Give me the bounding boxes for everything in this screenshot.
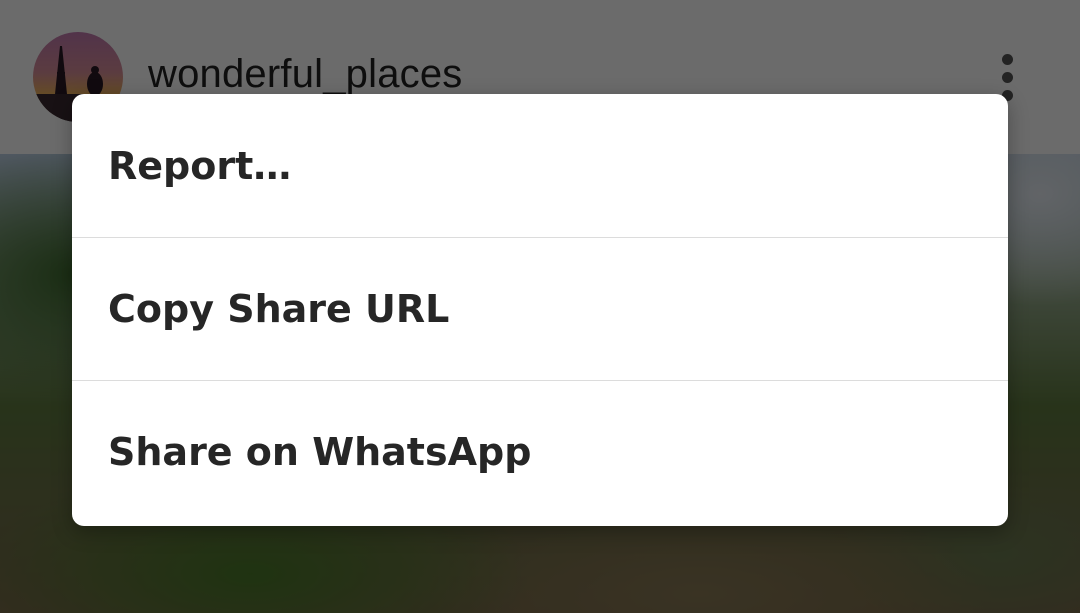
menu-item-report[interactable]: Report…	[72, 94, 1008, 237]
menu-item-label: Report…	[108, 143, 292, 188]
options-dialog: Report… Copy Share URL Share on WhatsApp	[72, 94, 1008, 526]
menu-item-label: Copy Share URL	[108, 287, 450, 331]
menu-item-label: Share on WhatsApp	[108, 430, 532, 474]
menu-item-copy-share-url[interactable]: Copy Share URL	[72, 237, 1008, 380]
screen: wonderful_places Report… Copy Share URL …	[0, 0, 1080, 613]
menu-item-share-whatsapp[interactable]: Share on WhatsApp	[72, 380, 1008, 523]
